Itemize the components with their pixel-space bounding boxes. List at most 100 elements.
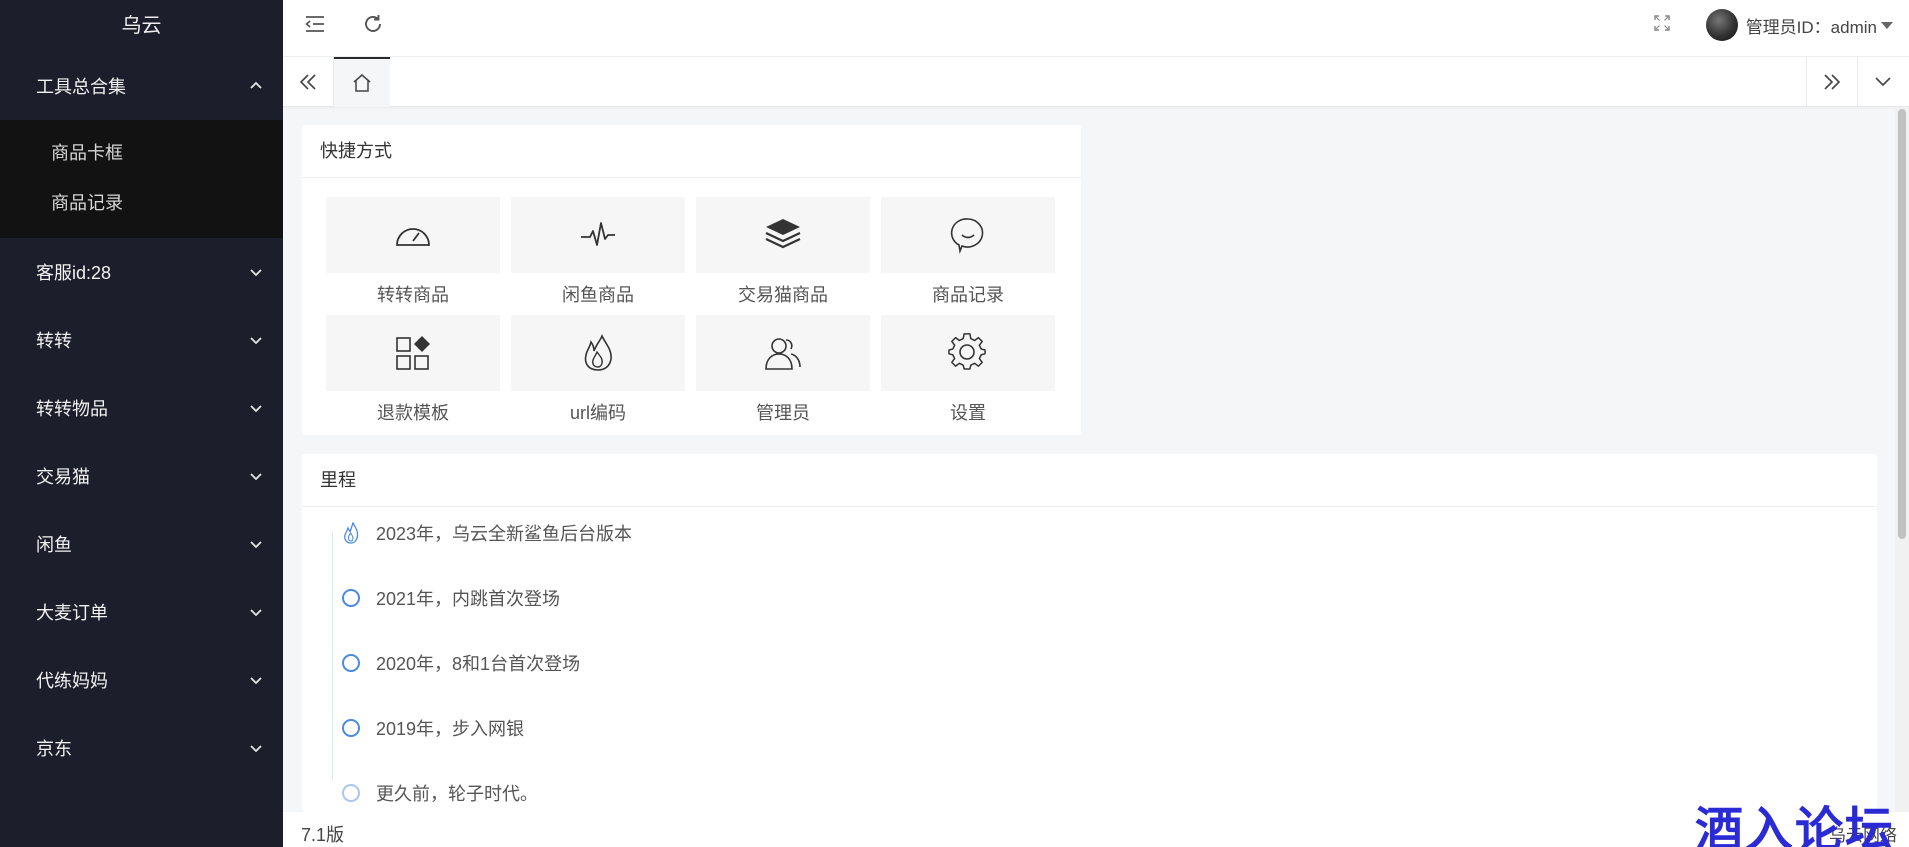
chevron-down-icon xyxy=(250,677,262,685)
footer: 7.1版 乌云网络 xyxy=(283,812,1909,847)
menu-item-jd[interactable]: 京东 xyxy=(0,714,283,782)
tab-home[interactable] xyxy=(334,57,390,107)
timeline-dot xyxy=(342,589,360,607)
menu-item-zhuanzhuan[interactable]: 转转 xyxy=(0,306,283,374)
fire-icon xyxy=(584,333,612,371)
shortcut-box xyxy=(511,315,685,391)
shortcut-box xyxy=(696,315,870,391)
chevron-down-icon xyxy=(250,541,262,549)
menu-item-label: 大麦订单 xyxy=(36,603,108,623)
menu-item-label: 交易猫 xyxy=(36,467,90,487)
menu-group-tools: 工具总合集 商品卡框 商品记录 xyxy=(0,52,283,238)
milestones-card: 里程 2023年，乌云全新鲨鱼后台版本 2021年，内跳首次登场 2020年，8… xyxy=(302,454,1877,812)
shortcut-box xyxy=(326,315,500,391)
shortcut-label: 商品记录 xyxy=(932,285,1004,305)
dashboard-icon xyxy=(396,228,430,246)
double-chevron-right-icon xyxy=(1824,74,1841,90)
shortcut-label: 设置 xyxy=(950,403,986,423)
menu-item-dailian[interactable]: 代练妈妈 xyxy=(0,646,283,714)
shortcut-url-encode[interactable]: url编码 xyxy=(511,315,685,433)
shortcut-product-record[interactable]: 商品记录 xyxy=(881,197,1055,315)
menu-item-tools[interactable]: 工具总合集 xyxy=(0,52,283,120)
shortcut-label: 转转商品 xyxy=(377,285,449,305)
timeline-text: 2020年，8和1台首次登场 xyxy=(376,654,581,674)
submenu-item-product-frame[interactable]: 商品卡框 xyxy=(0,128,283,178)
shortcut-jiaoyimao-goods[interactable]: 交易猫商品 xyxy=(696,197,870,315)
shortcut-box xyxy=(326,197,500,273)
timeline-text: 更久前，轮子时代。 xyxy=(376,784,538,804)
shortcut-settings[interactable]: 设置 xyxy=(881,315,1055,433)
shortcut-box xyxy=(696,197,870,273)
footer-version: 7.1版 xyxy=(301,825,345,845)
timeline-dot xyxy=(342,719,360,737)
chevron-down-icon xyxy=(250,337,262,345)
home-icon xyxy=(353,74,371,92)
content-scrollbar[interactable] xyxy=(1895,107,1909,812)
shortcut-label: 退款模板 xyxy=(377,403,449,423)
watermark: 酒入论坛 xyxy=(1694,802,1895,847)
users-icon xyxy=(765,338,801,370)
shortcut-label: 交易猫商品 xyxy=(738,285,828,305)
chat-bubble-icon xyxy=(950,218,984,254)
menu-item-xianyu[interactable]: 闲鱼 xyxy=(0,510,283,578)
top-header: 管理员ID：admin xyxy=(283,0,1909,57)
sidebar: 乌云 工具总合集 商品卡框 商品记录 客服id:28 转转 转转物品 交易猫 闲… xyxy=(0,0,283,847)
shortcut-grid: 转转商品 闲鱼商品 交易猫商品 商品记录 退款模板 url编码 管理员 设置 xyxy=(326,197,1057,437)
shortcut-refund-template[interactable]: 退款模板 xyxy=(326,315,500,433)
chevron-down-icon xyxy=(250,473,262,481)
chevron-down-icon xyxy=(250,269,262,277)
fullscreen-icon[interactable] xyxy=(1653,14,1671,32)
timeline-text: 2021年，内跳首次登场 xyxy=(376,589,561,609)
shortcut-xianyu-goods[interactable]: 闲鱼商品 xyxy=(511,197,685,315)
menu-item-service[interactable]: 客服id:28 xyxy=(0,238,283,306)
app-logo[interactable]: 乌云 xyxy=(0,0,283,52)
timeline-item: 2020年，8和1台首次登场 xyxy=(320,648,580,678)
double-chevron-left-icon xyxy=(299,74,316,90)
tabs-bar xyxy=(283,57,1909,107)
tabs-scroll-left-button[interactable] xyxy=(283,57,333,107)
shortcut-label: url编码 xyxy=(569,403,626,423)
timeline-text: 2023年，乌云全新鲨鱼后台版本 xyxy=(376,524,633,544)
shortcut-box xyxy=(881,197,1055,273)
timeline-item: 更久前，轮子时代。 xyxy=(320,778,538,808)
shortcut-zhuanzhuan-goods[interactable]: 转转商品 xyxy=(326,197,500,315)
avatar xyxy=(1705,9,1738,41)
layers-icon xyxy=(765,219,801,249)
timeline-item: 2019年，步入网银 xyxy=(320,713,524,743)
user-label: 管理员ID：admin xyxy=(1745,17,1877,37)
menu-item-jiaoyimao[interactable]: 交易猫 xyxy=(0,442,283,510)
apps-icon xyxy=(396,336,430,370)
menu-item-label: 闲鱼 xyxy=(36,535,72,555)
shortcut-box xyxy=(881,315,1055,391)
tabs-dropdown-button[interactable] xyxy=(1858,57,1908,107)
shortcuts-card: 快捷方式 转转商品 闲鱼商品 交易猫商品 商品记录 退款模板 url编码 管理员… xyxy=(302,125,1081,435)
user-menu[interactable]: 管理员ID：admin xyxy=(1705,8,1893,42)
caret-down-icon xyxy=(1881,21,1893,29)
timeline-item: 2021年，内跳首次登场 xyxy=(320,583,560,613)
timeline-text: 2019年，步入网银 xyxy=(376,719,525,739)
menu-item-zhuanzhuan-goods[interactable]: 转转物品 xyxy=(0,374,283,442)
gear-icon xyxy=(948,333,986,370)
timeline-dot xyxy=(342,654,360,672)
submenu-tools: 商品卡框 商品记录 xyxy=(0,120,283,238)
menu-item-label: 客服id:28 xyxy=(36,263,112,283)
menu-item-label: 代练妈妈 xyxy=(36,671,108,691)
menu-item-label: 京东 xyxy=(36,739,72,759)
refresh-icon[interactable] xyxy=(361,12,385,36)
card-title: 里程 xyxy=(302,454,1877,507)
tabs-scroll-right-button[interactable] xyxy=(1807,57,1857,107)
shortcut-label: 管理员 xyxy=(756,403,810,423)
card-title: 快捷方式 xyxy=(302,125,1081,178)
menu-item-label: 工具总合集 xyxy=(36,77,126,97)
shortcut-label: 闲鱼商品 xyxy=(562,285,634,305)
menu-fold-icon[interactable] xyxy=(303,12,327,36)
submenu-item-product-record[interactable]: 商品记录 xyxy=(0,178,283,228)
chevron-down-icon xyxy=(250,609,262,617)
menu-item-damai[interactable]: 大麦订单 xyxy=(0,578,283,646)
scrollbar-thumb[interactable] xyxy=(1898,109,1906,539)
shortcut-admin[interactable]: 管理员 xyxy=(696,315,870,433)
timeline-dot xyxy=(342,784,360,802)
fire-icon xyxy=(344,522,359,544)
timeline-item: 2023年，乌云全新鲨鱼后台版本 xyxy=(320,518,632,548)
menu-item-label: 转转 xyxy=(36,331,72,351)
